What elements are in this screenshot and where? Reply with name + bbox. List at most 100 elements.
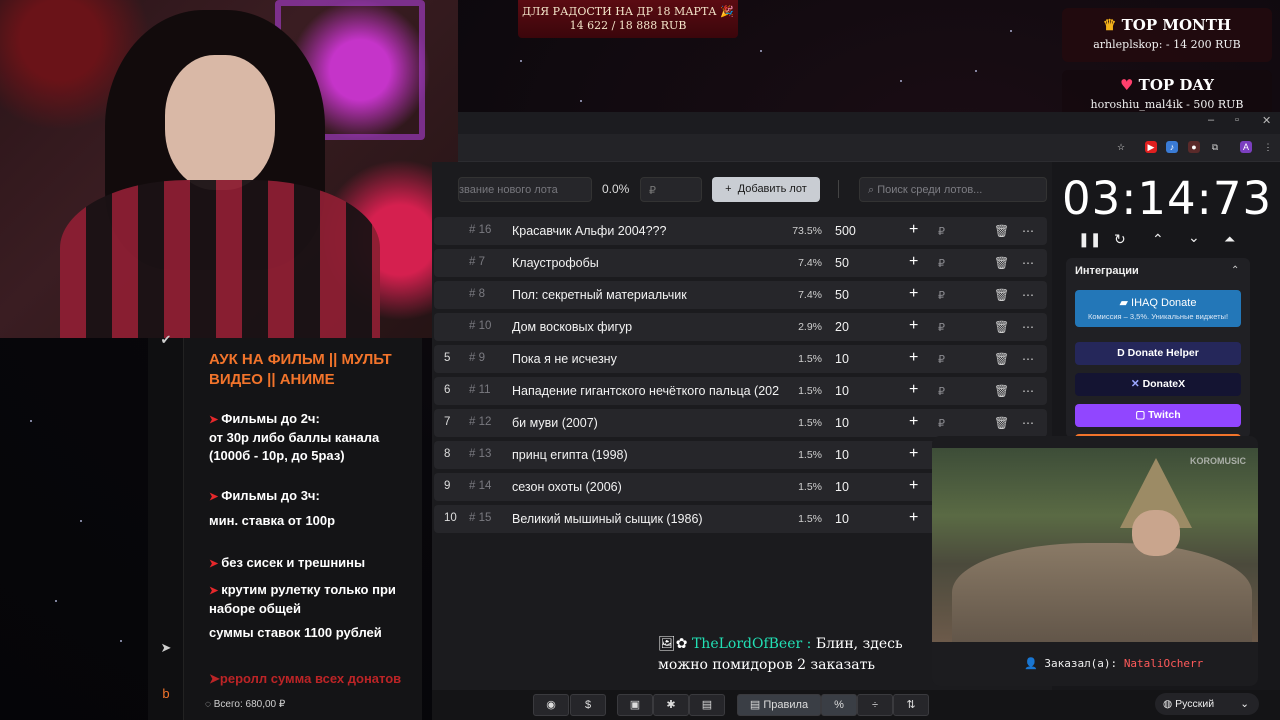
lot-name[interactable]: Клаустрофобы — [512, 256, 780, 270]
star-icon[interactable]: ☆ — [1115, 141, 1127, 153]
more-icon[interactable]: ⋯ — [1022, 288, 1034, 302]
new-lot-name-input[interactable]: звание нового лота — [458, 177, 592, 202]
lot-name[interactable]: Дом восковых фигур — [512, 320, 780, 334]
lot-name[interactable]: Великий мышиный сыщик (1986) — [512, 512, 780, 526]
more-icon[interactable]: ⋯ — [1022, 256, 1034, 270]
trash-icon[interactable]: 🗑 — [994, 352, 1009, 366]
history-button[interactable]: ▤ — [689, 694, 725, 716]
add-bid-icon[interactable]: + — [909, 221, 918, 239]
minimize-icon[interactable]: – — [1208, 114, 1214, 126]
rub-icon[interactable]: ₽ — [938, 417, 945, 430]
lot-row[interactable]: # 10 Дом восковых фигур 2.9% 20 + ₽ 🗑 ⋯ — [434, 313, 1047, 341]
youtube-ext-icon[interactable]: ▶ — [1145, 141, 1157, 153]
close-icon[interactable]: ✕ — [1262, 114, 1271, 127]
profile-avatar[interactable]: A — [1240, 141, 1252, 153]
extensions-icon[interactable]: ⧉ — [1209, 141, 1221, 153]
lot-name[interactable]: Пока я не исчезну — [512, 352, 780, 366]
bug-button[interactable]: ✱ — [653, 694, 689, 716]
top-month-widget: ♛ TOP MONTH arhleplskop: - 14 200 RUB — [1062, 8, 1272, 62]
lot-name[interactable]: Пол: секретный материальчик — [512, 288, 780, 302]
rub-icon[interactable]: ₽ — [938, 321, 945, 334]
gnome-face — [1132, 510, 1180, 556]
chevron-up-icon[interactable]: ⌃ — [1152, 231, 1164, 248]
rules-panel: ✔ ➤ b АУК НА ФИЛЬМ || МУЛЬТ ВИДЕО || АНИ… — [148, 332, 422, 720]
rule-body: от 30р либо баллы канала (1000б - 10р, д… — [209, 430, 380, 463]
rub-icon[interactable]: ₽ — [938, 225, 945, 238]
pause-icon[interactable]: ❚❚ — [1078, 231, 1101, 248]
lot-row[interactable]: 6 # 11 Нападение гигантского нечёткого п… — [434, 377, 1047, 405]
add-bid-icon[interactable]: + — [909, 285, 918, 303]
add-bid-icon[interactable]: + — [909, 381, 918, 399]
rub-icon[interactable]: ₽ — [938, 353, 945, 366]
lot-search-input[interactable]: ⌕ Поиск среди лотов... — [859, 177, 1047, 202]
lot-id: # 7 — [469, 256, 485, 268]
add-bid-icon[interactable]: + — [909, 413, 918, 431]
record-ext-icon[interactable]: ● — [1188, 141, 1200, 153]
donate-helper-button[interactable]: D Donate Helper — [1075, 342, 1241, 365]
percent-toggle-button[interactable]: % — [821, 694, 857, 716]
rule-faded: реролл сумма всех донатов — [219, 671, 402, 686]
more-icon[interactable]: ⋯ — [1022, 352, 1034, 366]
menu-icon[interactable]: ⋮ — [1262, 141, 1274, 153]
add-bid-icon[interactable]: + — [909, 509, 918, 527]
sort-button[interactable]: ⇅ — [893, 694, 929, 716]
lot-place: 5 — [444, 352, 451, 364]
twitch-button[interactable]: ▢ Twitch — [1075, 404, 1241, 427]
trash-icon[interactable]: 🗑 — [994, 288, 1009, 302]
lot-name[interactable]: сезон охоты (2006) — [512, 480, 780, 494]
add-bid-icon[interactable]: + — [909, 445, 918, 463]
add-bid-icon[interactable]: + — [909, 349, 918, 367]
lot-row[interactable]: # 16 Красавчик Альфи 2004??? 73.5% 500 +… — [434, 217, 1047, 245]
lot-id: # 16 — [469, 224, 492, 236]
donate-button[interactable]: $ — [570, 694, 606, 716]
lot-row[interactable]: # 8 Пол: секретный материальчик 7.4% 50 … — [434, 281, 1047, 309]
new-lot-amount-input[interactable]: ₽ — [640, 177, 702, 202]
language-select[interactable]: ◍ Русский ⌄ — [1155, 693, 1259, 715]
rules-icon-column: ✔ ➤ b — [148, 332, 184, 720]
more-icon[interactable]: ⋯ — [1022, 224, 1034, 238]
star — [30, 420, 32, 422]
add-bid-icon[interactable]: + — [909, 477, 918, 495]
lot-row[interactable]: # 7 Клаустрофобы 7.4% 50 + ₽ 🗑 ⋯ — [434, 249, 1047, 277]
github-button[interactable]: ◉ — [533, 694, 569, 716]
ihaq-donate-button[interactable]: ▰ IHAQ Donate Комиссия – 3,5%. Уникальны… — [1075, 290, 1241, 327]
divide-button[interactable]: ÷ — [857, 694, 893, 716]
rub-icon[interactable]: ₽ — [938, 289, 945, 302]
rules-button[interactable]: ▤ Правила — [737, 694, 821, 716]
boosty-icon[interactable]: b — [158, 686, 174, 701]
trash-icon[interactable]: 🗑 — [994, 384, 1009, 398]
lot-percent: 1.5% — [798, 417, 822, 429]
reset-icon[interactable]: ↻ — [1114, 231, 1126, 248]
lot-name[interactable]: принц египта (1998) — [512, 448, 780, 462]
rub-icon[interactable]: ₽ — [938, 257, 945, 270]
star — [900, 80, 902, 82]
trash-icon[interactable]: 🗑 — [994, 256, 1009, 270]
more-icon[interactable]: ⋯ — [1022, 320, 1034, 334]
chevron-up-icon[interactable]: ⌃ — [1231, 265, 1239, 276]
maximize-icon[interactable]: ▫ — [1235, 114, 1239, 126]
double-chevron-up-icon[interactable]: ⏶ — [1224, 231, 1235, 248]
audio-ext-icon[interactable]: ♪ — [1166, 141, 1178, 153]
trash-icon[interactable]: 🗑 — [994, 416, 1009, 430]
lot-amount: 10 — [835, 512, 849, 526]
chevron-down-icon[interactable]: ⌄ — [1188, 229, 1200, 246]
rub-icon[interactable]: ₽ — [938, 385, 945, 398]
lot-amount: 50 — [835, 288, 849, 302]
lot-place: 8 — [444, 448, 451, 460]
lot-name[interactable]: Нападение гигантского нечёткого пальца (… — [512, 384, 780, 398]
lot-name[interactable]: би муви (2007) — [512, 416, 780, 430]
lot-row[interactable]: 5 # 9 Пока я не исчезну 1.5% 10 + ₽ 🗑 ⋯ — [434, 345, 1047, 373]
add-bid-icon[interactable]: + — [909, 253, 918, 271]
lot-row[interactable]: 7 # 12 би муви (2007) 1.5% 10 + ₽ 🗑 ⋯ — [434, 409, 1047, 437]
lot-name[interactable]: Красавчик Альфи 2004??? — [512, 224, 780, 238]
ihaq-subtitle: Комиссия – 3,5%. Уникальные виджеты! — [1087, 312, 1229, 321]
trash-icon[interactable]: 🗑 — [994, 224, 1009, 238]
more-icon[interactable]: ⋯ — [1022, 384, 1034, 398]
add-lot-button[interactable]: + Добавить лот — [712, 177, 820, 202]
add-bid-icon[interactable]: + — [909, 317, 918, 335]
trash-icon[interactable]: 🗑 — [994, 320, 1009, 334]
donatex-button[interactable]: ✕ DonateX — [1075, 373, 1241, 396]
save-button[interactable]: ▣ — [617, 694, 653, 716]
more-icon[interactable]: ⋯ — [1022, 416, 1034, 430]
telegram-icon[interactable]: ➤ — [158, 640, 174, 656]
